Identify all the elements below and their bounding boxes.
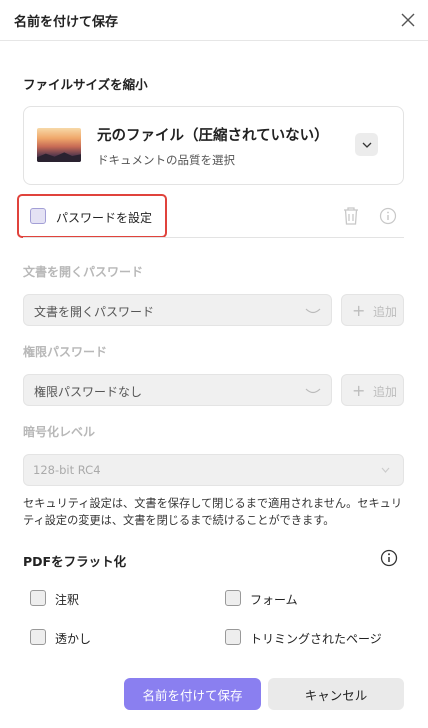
save-as-button[interactable]: 名前を付けて保存	[124, 678, 261, 710]
file-thumbnail	[37, 128, 81, 162]
info-icon-disabled[interactable]	[378, 206, 398, 226]
flatten-annotations-label[interactable]: 注釈	[55, 591, 79, 608]
flatten-watermark-label[interactable]: 透かし	[55, 630, 91, 647]
encryption-level-value: 128-bit RC4	[33, 463, 101, 477]
permission-password-value: 権限パスワードなし	[34, 385, 143, 399]
flatten-annotations-checkbox[interactable]	[30, 590, 46, 606]
dialog-title: 名前を付けて保存	[14, 15, 119, 30]
close-icon[interactable]	[397, 9, 419, 31]
flatten-forms-label[interactable]: フォーム	[250, 591, 298, 608]
permission-password-input[interactable]: 権限パスワードなし	[23, 374, 332, 406]
eye-closed-icon[interactable]	[305, 388, 321, 396]
title-divider	[0, 40, 428, 41]
trash-icon[interactable]	[342, 206, 360, 226]
password-checkbox-label[interactable]: パスワードを設定	[56, 209, 152, 226]
plus-icon: +	[352, 301, 366, 320]
security-note: セキュリティ設定は、文書を保存して閉じるまで適用されません。セキュリティ設定の変…	[23, 497, 403, 527]
chevron-down-icon[interactable]	[355, 133, 378, 156]
cancel-button[interactable]: キャンセル	[268, 678, 404, 710]
compress-heading: ファイルサイズを縮小	[23, 77, 148, 92]
open-password-add-button[interactable]: + 追加	[341, 294, 404, 326]
encryption-level-heading: 暗号化レベル	[23, 425, 96, 439]
info-icon[interactable]	[380, 549, 398, 567]
permission-password-add-button[interactable]: + 追加	[341, 374, 404, 406]
permission-password-heading: 権限パスワード	[23, 345, 108, 359]
flatten-watermark-checkbox[interactable]	[30, 629, 46, 645]
flatten-cropped-pages-checkbox[interactable]	[225, 629, 241, 645]
plus-icon: +	[352, 381, 366, 400]
password-divider	[23, 237, 404, 238]
chevron-down-icon	[381, 467, 390, 473]
flatten-forms-checkbox[interactable]	[225, 590, 241, 606]
encryption-level-select[interactable]: 128-bit RC4	[23, 454, 404, 486]
open-password-heading: 文書を開くパスワード	[23, 265, 144, 279]
flatten-heading: PDFをフラット化	[23, 554, 127, 569]
open-password-input[interactable]: 文書を開くパスワード	[23, 294, 332, 326]
flatten-cropped-pages-label[interactable]: トリミングされたページ	[250, 630, 382, 647]
password-checkbox[interactable]	[30, 208, 46, 224]
compression-option-card[interactable]: 元のファイル（圧縮されていない） ドキュメントの品質を選択	[23, 106, 404, 185]
eye-closed-icon[interactable]	[305, 308, 321, 316]
open-password-placeholder: 文書を開くパスワード	[34, 305, 155, 319]
save-as-dialog: 名前を付けて保存 ファイルサイズを縮小 元のファイル（圧縮されていない） ドキュ…	[0, 0, 428, 728]
compression-option-title: 元のファイル（圧縮されていない）	[97, 128, 329, 144]
compression-option-subtitle: ドキュメントの品質を選択	[97, 153, 235, 167]
